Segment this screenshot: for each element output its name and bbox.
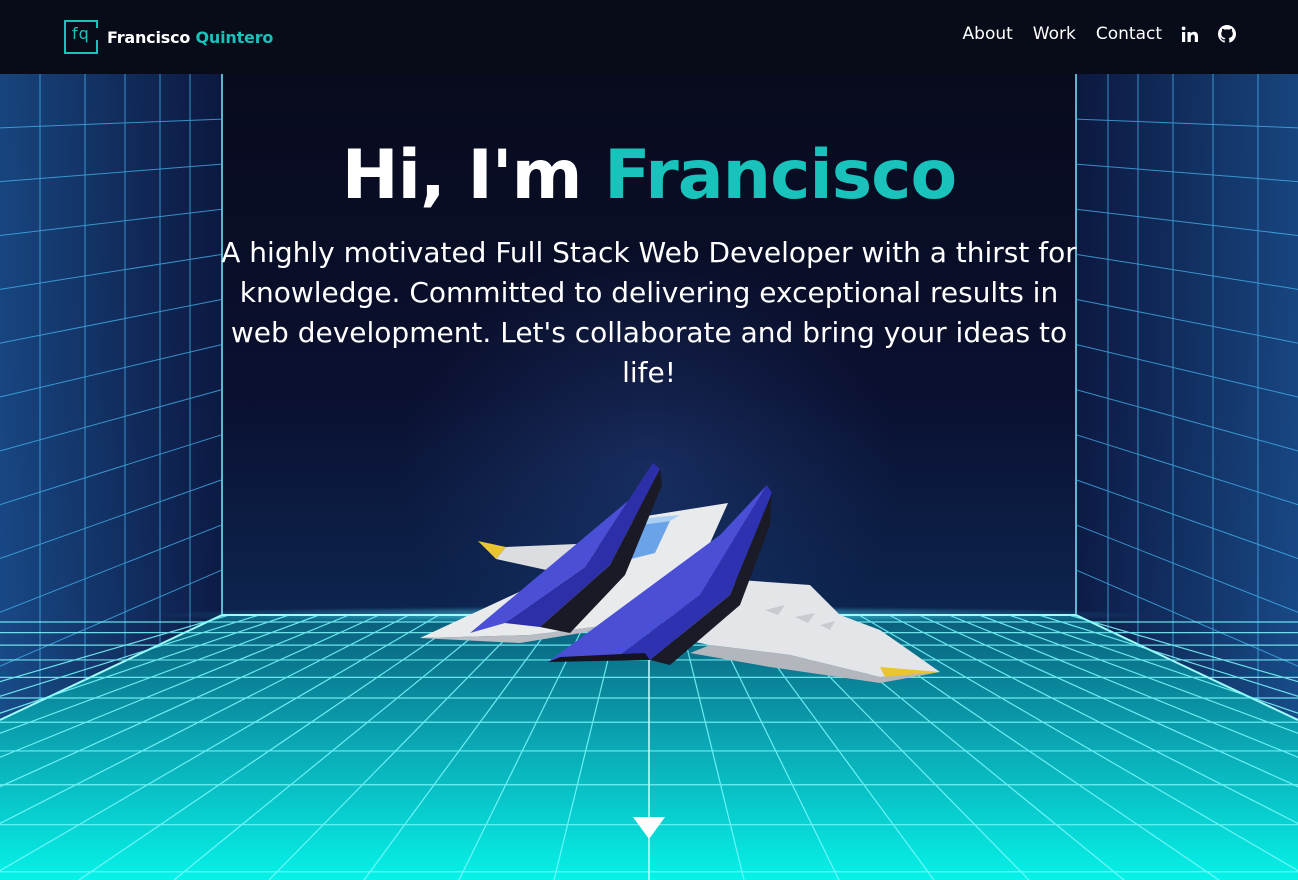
hero-title: Hi, I'm Francisco: [0, 136, 1298, 215]
nav-links: About Work Contact: [943, 24, 1236, 44]
github-icon[interactable]: [1218, 25, 1236, 43]
neon-grid-background: [0, 74, 1298, 880]
nav-about-link[interactable]: About: [963, 24, 1013, 44]
hero-scene: fq Francisco Quintero About Work Contact: [0, 0, 1298, 880]
logo-icon: fq: [64, 20, 98, 54]
brand-first-name: Francisco: [107, 27, 191, 47]
spaceship-illustration: [420, 463, 940, 683]
brand-name: Francisco Quintero: [107, 28, 273, 47]
navbar: fq Francisco Quintero About Work Contact: [0, 0, 1298, 74]
linkedin-icon[interactable]: [1181, 26, 1199, 43]
brand-home-link[interactable]: fq Francisco Quintero: [64, 20, 273, 54]
hero-greeting: Hi, I'm: [341, 136, 583, 215]
chevron-down-icon[interactable]: [632, 815, 666, 841]
brand-last-name: Quintero: [195, 27, 274, 47]
nav-work-link[interactable]: Work: [1033, 24, 1076, 44]
hero-subtitle: A highly motivated Full Stack Web Develo…: [221, 236, 1077, 389]
nav-contact-link[interactable]: Contact: [1096, 24, 1162, 44]
hero-name: Francisco: [604, 136, 957, 215]
